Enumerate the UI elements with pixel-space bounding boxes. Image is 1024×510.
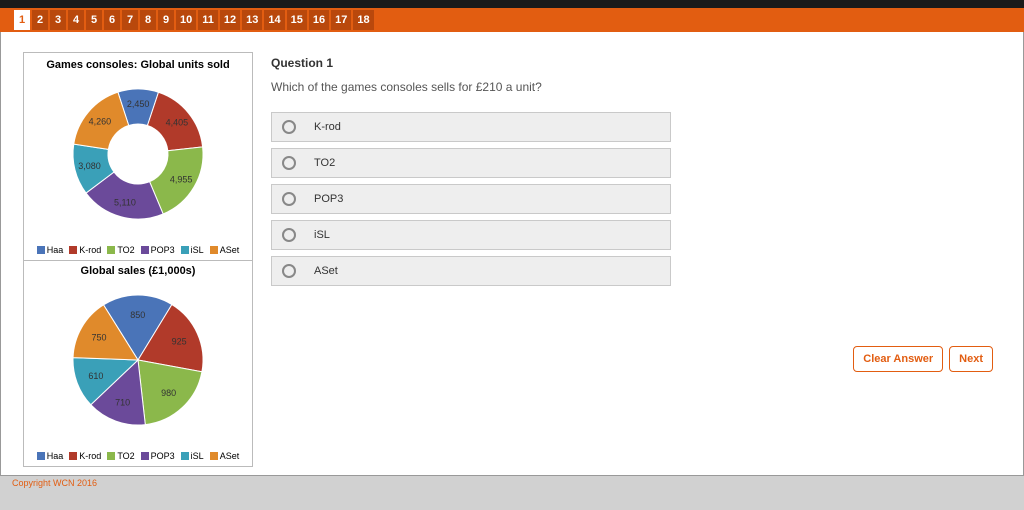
pie-chart-sales: 850 925 980 710 610 750	[33, 279, 243, 449]
answer-option-0[interactable]: K-rod	[271, 112, 671, 142]
answer-option-4[interactable]: ASet	[271, 256, 671, 286]
svg-text:980: 980	[161, 388, 176, 398]
question-tab-18[interactable]: 18	[353, 10, 373, 30]
copyright-text: Copyright WCN 2016	[0, 476, 1024, 488]
svg-text:5,110: 5,110	[114, 197, 136, 207]
radio-icon	[282, 192, 296, 206]
radio-icon	[282, 264, 296, 278]
question-tab-9[interactable]: 9	[158, 10, 174, 30]
svg-text:2,450: 2,450	[127, 99, 150, 109]
question-tab-11[interactable]: 11	[198, 10, 218, 30]
question-tab-2[interactable]: 2	[32, 10, 48, 30]
chart-legend-2: HaaK-rodTO2POP3iSLASet	[28, 451, 248, 462]
svg-text:610: 610	[88, 371, 103, 381]
svg-text:925: 925	[172, 337, 187, 347]
question-text: Which of the games consoles sells for £2…	[271, 80, 1001, 94]
question-tab-bar: 123456789101112131415161718	[0, 8, 1024, 32]
svg-text:4,260: 4,260	[89, 117, 112, 127]
clear-answer-button[interactable]: Clear Answer	[853, 346, 943, 372]
answer-option-1[interactable]: TO2	[271, 148, 671, 178]
answer-label: ASet	[314, 265, 338, 277]
chart-legend-1: HaaK-rodTO2POP3iSLASet	[28, 245, 248, 256]
chart-title-1: Games consoles: Global units sold	[28, 59, 248, 71]
question-tab-10[interactable]: 10	[176, 10, 196, 30]
svg-text:4,405: 4,405	[166, 118, 189, 128]
question-tab-16[interactable]: 16	[309, 10, 329, 30]
answer-label: POP3	[314, 193, 343, 205]
svg-text:850: 850	[130, 310, 145, 320]
chart-panel: Games consoles: Global units sold 2,450 4…	[23, 52, 253, 467]
donut-chart-units: 2,450 4,405 4,955 5,110 3,080 4,260	[33, 73, 243, 243]
question-tab-17[interactable]: 17	[331, 10, 351, 30]
question-tab-1[interactable]: 1	[14, 10, 30, 30]
answer-label: K-rod	[314, 121, 341, 133]
answer-option-2[interactable]: POP3	[271, 184, 671, 214]
svg-text:4,955: 4,955	[170, 174, 193, 184]
answer-label: TO2	[314, 157, 335, 169]
question-tab-4[interactable]: 4	[68, 10, 84, 30]
question-tab-5[interactable]: 5	[86, 10, 102, 30]
question-tab-3[interactable]: 3	[50, 10, 66, 30]
question-tab-7[interactable]: 7	[122, 10, 138, 30]
question-heading: Question 1	[271, 56, 1001, 70]
svg-text:750: 750	[92, 332, 107, 342]
question-tab-6[interactable]: 6	[104, 10, 120, 30]
answer-label: iSL	[314, 229, 330, 241]
question-tab-14[interactable]: 14	[264, 10, 284, 30]
chart-title-2: Global sales (£1,000s)	[28, 265, 248, 277]
radio-icon	[282, 120, 296, 134]
answers-list: K-rod TO2 POP3 iSL ASet	[271, 112, 671, 286]
next-button[interactable]: Next	[949, 346, 993, 372]
svg-text:710: 710	[115, 397, 130, 407]
question-tab-12[interactable]: 12	[220, 10, 240, 30]
radio-icon	[282, 228, 296, 242]
question-tab-13[interactable]: 13	[242, 10, 262, 30]
question-tab-8[interactable]: 8	[140, 10, 156, 30]
question-tab-15[interactable]: 15	[287, 10, 307, 30]
radio-icon	[282, 156, 296, 170]
svg-text:3,080: 3,080	[78, 161, 101, 171]
answer-option-3[interactable]: iSL	[271, 220, 671, 250]
